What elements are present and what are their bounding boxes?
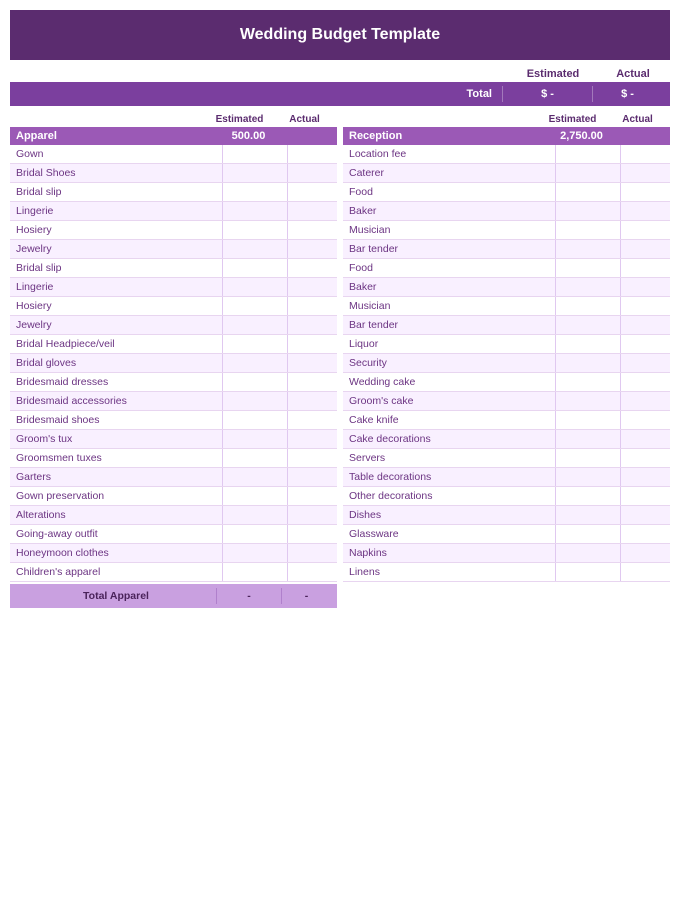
apparel-total-label: Total Apparel	[16, 590, 216, 602]
apparel-category-name: Apparel	[16, 130, 216, 142]
reception-estimated-header: Estimated	[540, 114, 605, 125]
list-item: Bridal Shoes	[10, 164, 337, 183]
list-item: Location fee	[343, 145, 670, 164]
list-item: Napkins	[343, 544, 670, 563]
list-item: Musician	[343, 221, 670, 240]
list-item: Bar tender	[343, 240, 670, 259]
apparel-estimated-header: Estimated	[207, 114, 272, 125]
list-item: Bridesmaid shoes	[10, 411, 337, 430]
list-item: Cake decorations	[343, 430, 670, 449]
summary-labels: Estimated Actual	[10, 68, 670, 80]
list-item: Bridal gloves	[10, 354, 337, 373]
list-item: Groomsmen tuxes	[10, 449, 337, 468]
summary-total-row: Total $ - $ -	[10, 82, 670, 106]
list-item: Children's apparel	[10, 563, 337, 582]
list-item: Musician	[343, 297, 670, 316]
list-item: Gown	[10, 145, 337, 164]
apparel-total-row: Total Apparel - -	[10, 584, 337, 608]
list-item: Wedding cake	[343, 373, 670, 392]
list-item: Other decorations	[343, 487, 670, 506]
list-item: Food	[343, 259, 670, 278]
list-item: Groom's cake	[343, 392, 670, 411]
apparel-col-header: Estimated Actual	[10, 114, 337, 125]
list-item: Liquor	[343, 335, 670, 354]
list-item: Garters	[10, 468, 337, 487]
list-item: Gown preservation	[10, 487, 337, 506]
list-item: Bridal slip	[10, 259, 337, 278]
reception-col-header: Estimated Actual	[343, 114, 670, 125]
list-item: Baker	[343, 202, 670, 221]
list-item: Caterer	[343, 164, 670, 183]
summary-estimated-value: $ -	[502, 86, 592, 102]
list-item: Jewelry	[10, 240, 337, 259]
list-item: Hosiery	[10, 221, 337, 240]
list-item: Groom's tux	[10, 430, 337, 449]
summary-total-label: Total	[18, 88, 502, 100]
summary-estimated-label: Estimated	[508, 68, 598, 80]
list-item: Cake knife	[343, 411, 670, 430]
list-item: Table decorations	[343, 468, 670, 487]
reception-column: Estimated Actual Reception 2,750.00 Loca…	[343, 114, 670, 608]
list-item: Honeymoon clothes	[10, 544, 337, 563]
list-item: Food	[343, 183, 670, 202]
list-item: Lingerie	[10, 278, 337, 297]
list-item: Going-away outfit	[10, 525, 337, 544]
apparel-total-act: -	[281, 588, 331, 604]
list-item: Bar tender	[343, 316, 670, 335]
list-item: Bridesmaid accessories	[10, 392, 337, 411]
list-item: Dishes	[343, 506, 670, 525]
apparel-actual-header: Actual	[272, 114, 337, 125]
apparel-total-est: -	[216, 588, 281, 604]
summary-actual-value: $ -	[592, 86, 662, 102]
summary-actual-label: Actual	[598, 68, 668, 80]
list-item: Bridesmaid dresses	[10, 373, 337, 392]
reception-actual-header: Actual	[605, 114, 670, 125]
list-item: Hosiery	[10, 297, 337, 316]
list-item: Servers	[343, 449, 670, 468]
page-title: Wedding Budget Template	[10, 10, 670, 60]
reception-category-row: Reception 2,750.00	[343, 127, 670, 145]
summary-section: Estimated Actual Total $ - $ -	[10, 68, 670, 106]
apparel-category-estimated: 500.00	[216, 130, 281, 142]
list-item: Jewelry	[10, 316, 337, 335]
reception-category-name: Reception	[349, 130, 549, 142]
list-item: Security	[343, 354, 670, 373]
main-content: Estimated Actual Apparel 500.00 Gown Bri…	[10, 114, 670, 608]
list-item: Baker	[343, 278, 670, 297]
list-item: Alterations	[10, 506, 337, 525]
list-item: Linens	[343, 563, 670, 582]
apparel-column: Estimated Actual Apparel 500.00 Gown Bri…	[10, 114, 337, 608]
list-item: Glassware	[343, 525, 670, 544]
reception-category-estimated: 2,750.00	[549, 130, 614, 142]
list-item: Bridal Headpiece/veil	[10, 335, 337, 354]
list-item: Bridal slip	[10, 183, 337, 202]
list-item: Lingerie	[10, 202, 337, 221]
apparel-category-row: Apparel 500.00	[10, 127, 337, 145]
